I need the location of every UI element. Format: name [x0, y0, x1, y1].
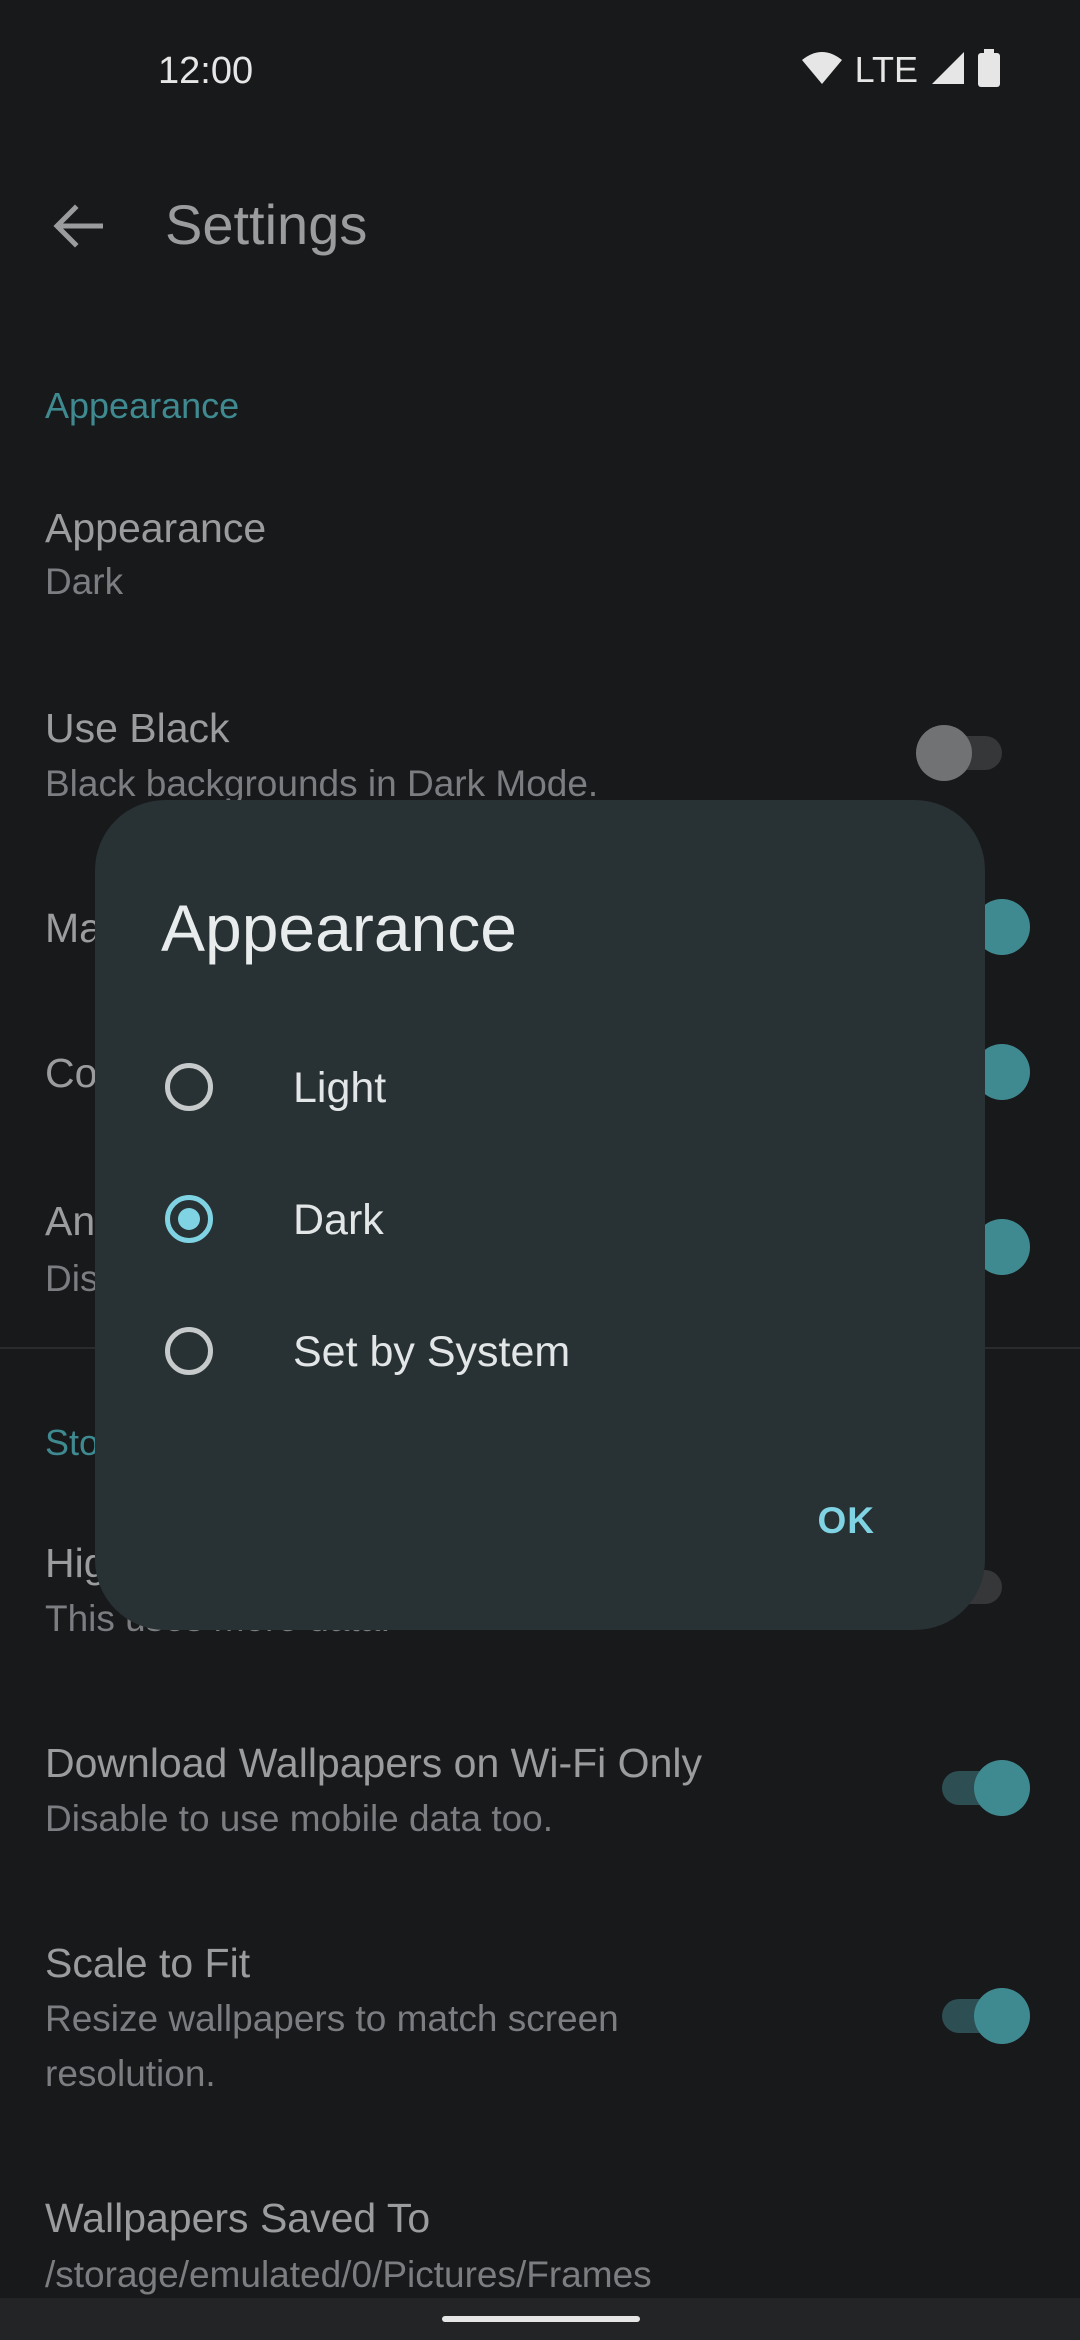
pref-summary: resolution. [45, 2053, 216, 2094]
option-set-by-system[interactable]: Set by System [95, 1290, 985, 1422]
option-dark[interactable]: Dark [95, 1158, 985, 1290]
settings-screen: 12:00 LTE Settings Appearance Appearance… [0, 0, 1080, 2340]
pref-summary: Dark [45, 561, 124, 602]
navigation-bar [0, 2298, 1080, 2340]
ok-button[interactable]: OK [818, 1500, 876, 1542]
option-label: Dark [293, 1196, 384, 1244]
section-header-storage: Sto [45, 1422, 100, 1463]
pref-title: Appearance [45, 505, 267, 551]
use-black-switch[interactable] [916, 724, 1006, 781]
radio-button-light[interactable] [165, 1063, 213, 1111]
dialog-title: Appearance [161, 891, 517, 965]
pref-summary: /storage/emulated/0/Pictures/Frames [45, 2254, 652, 2295]
pref-title: Wallpapers Saved To [45, 2195, 431, 2241]
pref-title: An [45, 1198, 96, 1244]
section-header-appearance: Appearance [45, 385, 240, 426]
pref-title: Download Wallpapers on Wi-Fi Only [45, 1740, 702, 1786]
wifi-only-switch[interactable] [936, 1759, 1030, 1816]
option-label: Set by System [293, 1328, 571, 1376]
pref-title: Ma [45, 905, 102, 951]
pref-title: Scale to Fit [45, 1940, 251, 1986]
pref-summary: Dis [45, 1258, 99, 1299]
pref-title: Co [45, 1050, 98, 1096]
option-label: Light [293, 1064, 387, 1112]
option-light[interactable]: Light [95, 1026, 985, 1158]
appearance-dialog: Appearance Light Dark Set by System OK [95, 800, 985, 1630]
pref-summary: Disable to use mobile data too. [45, 1798, 554, 1839]
radio-button-system[interactable] [165, 1327, 213, 1375]
radio-button-dark[interactable] [165, 1195, 213, 1243]
home-gesture-handle[interactable] [442, 2316, 640, 2322]
pref-title: Use Black [45, 705, 230, 751]
pref-summary: Resize wallpapers to match screen [45, 1998, 619, 2039]
scale-to-fit-switch[interactable] [936, 1987, 1030, 2044]
